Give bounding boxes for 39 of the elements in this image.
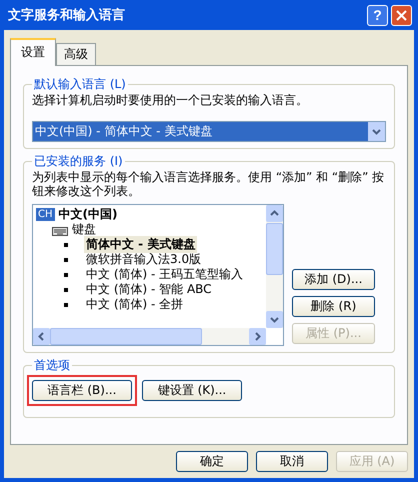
close-button[interactable] — [391, 4, 412, 26]
bullet-icon — [64, 272, 68, 276]
description-text: 选择计算机启动时要使用的一个已安装的输入语言。 — [32, 93, 309, 107]
scroll-up-icon[interactable] — [266, 205, 283, 222]
group-title: 已安装的服务 (I) — [33, 153, 124, 170]
language-dropdown[interactable]: 中文(中国) - 简体中文 - 美式键盘 — [32, 121, 386, 142]
bullet-icon — [64, 288, 68, 292]
side-button[interactable]: 添加 (D)... — [292, 269, 375, 290]
service-item[interactable]: 中文 (简体) - 全拼 — [84, 296, 186, 313]
bullet-icon — [64, 302, 68, 306]
help-button[interactable]: ? — [367, 4, 388, 26]
preference-button[interactable]: 键设置 (K)... — [142, 380, 242, 401]
service-item[interactable]: 中文 (简体) - 智能 ABC — [84, 281, 214, 298]
scroll-left-icon[interactable] — [33, 328, 50, 345]
scroll-thumb[interactable] — [266, 223, 283, 275]
service-item[interactable]: 中文 (简体) - 王码五笔型输入 — [84, 266, 246, 283]
language-badge: CH — [36, 208, 55, 221]
dialog-button[interactable]: 确定 — [176, 451, 248, 472]
tab[interactable]: 高级 — [56, 43, 96, 66]
description-text: 为列表中显示的每个输入语言选择服务。使用 “添加” 和 “删除” 按钮来修改这个列表。 — [32, 170, 386, 198]
group-title: 首选项 — [33, 357, 71, 374]
preference-button[interactable]: 语言栏 (B)... — [32, 380, 132, 401]
service-item[interactable]: 微软拼音输入法3.0版 — [84, 251, 204, 268]
bullet-icon — [64, 242, 68, 246]
group-title: 默认输入语言 (L) — [33, 76, 127, 93]
close-icon — [396, 10, 407, 20]
category-label[interactable]: 键盘 — [72, 221, 96, 238]
window-title: 文字服务和输入语言 — [8, 6, 125, 24]
language-label[interactable]: 中文(中国) — [58, 206, 118, 223]
bullet-icon — [64, 258, 68, 262]
tab[interactable]: 设置 — [10, 38, 56, 66]
services-tree[interactable]: CH 中文(中国) 键盘 简体中文 - 美式键盘 微软拼音输入法3.0版 中文 (简体) - 王码五笔型输入 中文 (简体) - 智能 ABC 中文 (简体) - 全拼 — [32, 204, 284, 346]
scroll-right-icon[interactable] — [249, 328, 266, 345]
caret-icon — [368, 122, 385, 141]
service-item[interactable]: 简体中文 - 美式键盘 — [84, 236, 198, 253]
side-button[interactable]: 删除 (R) — [292, 296, 375, 317]
scroll-down-icon[interactable] — [266, 311, 283, 328]
scroll-thumb[interactable] — [50, 328, 202, 345]
dialog-button[interactable]: 取消 — [256, 451, 328, 472]
